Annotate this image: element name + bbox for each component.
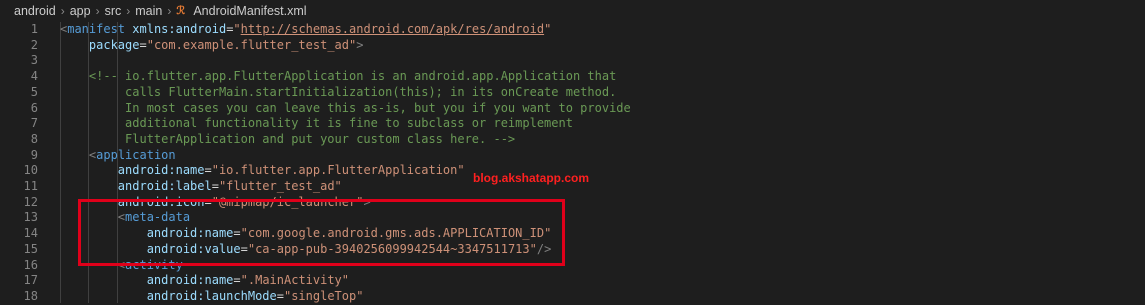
code-token: "singleTop" [283, 288, 364, 303]
line-number: 13 [23, 210, 38, 225]
code-token: = [233, 273, 241, 288]
code-line[interactable]: 6 In most cases you can leave this as-is… [0, 101, 1145, 117]
line-number: 8 [30, 131, 38, 146]
line-number: 16 [23, 257, 38, 272]
watermark-text: blog.akshatapp.com [473, 171, 590, 185]
breadcrumb-item-app[interactable]: app [70, 4, 91, 18]
chevron-right-icon: › [167, 4, 172, 18]
code-line[interactable]: 18 android:launchMode="singleTop" [0, 289, 1145, 305]
code-token: android:launchMode [146, 288, 277, 303]
line-number: 15 [23, 241, 38, 256]
breadcrumb: android › app › src › main › ℛ AndroidMa… [0, 0, 1145, 22]
line-number: 3 [30, 53, 38, 68]
code-token: FlutterApplication and put your custom c… [60, 131, 516, 146]
breadcrumb-file[interactable]: AndroidManifest.xml [193, 4, 306, 18]
code-text: <application [60, 148, 176, 164]
line-number: 10 [23, 163, 38, 178]
code-text: calls FlutterMain.startInitialization(th… [60, 85, 616, 101]
code-token: "io.flutter.app.FlutterApplication" [211, 163, 465, 178]
code-text: <!-- io.flutter.app.FlutterApplication i… [60, 69, 616, 85]
code-line[interactable]: 17 android:name=".MainActivity" [0, 273, 1145, 289]
code-token: = [276, 288, 284, 303]
line-number: 2 [30, 37, 38, 52]
code-token: <!-- io.flutter.app.FlutterApplication i… [88, 69, 617, 84]
line-number: 14 [23, 226, 38, 241]
code-token: "com.example.flutter_test_ad" [146, 37, 357, 52]
code-line[interactable]: 8 FlutterApplication and put your custom… [0, 132, 1145, 148]
line-number: 18 [23, 288, 38, 303]
code-text: android:launchMode="singleTop" [60, 288, 364, 305]
breadcrumb-item-android[interactable]: android [14, 4, 56, 18]
code-text: android:label="flutter_test_ad" [60, 179, 342, 195]
code-text: additional functionality it is fine to s… [60, 116, 573, 132]
line-number: 1 [30, 22, 38, 36]
code-text: package="com.example.flutter_test_ad"> [60, 37, 364, 54]
chevron-right-icon: › [95, 4, 100, 18]
code-text: <manifest xmlns:android="http://schemas.… [60, 22, 551, 38]
line-number: 6 [30, 100, 38, 115]
code-token: ".MainActivity" [240, 273, 350, 288]
line-number: 17 [23, 273, 38, 288]
code-line[interactable]: 1 <manifest xmlns:android="http://schemas… [0, 22, 1145, 38]
code-line[interactable]: 5 calls FlutterMain.startInitialization(… [0, 85, 1145, 101]
code-token: = [204, 163, 212, 178]
code-token: android:name [146, 273, 234, 288]
code-text: android:name=".MainActivity" [60, 273, 349, 289]
code-line[interactable]: 3 [0, 53, 1145, 69]
code-token: application [96, 147, 176, 162]
code-token: android:label [117, 179, 212, 193]
breadcrumb-item-src[interactable]: src [105, 4, 122, 18]
code-token: xmlns:android [132, 22, 227, 36]
line-number: 11 [23, 179, 38, 193]
code-line[interactable]: 2 package="com.example.flutter_test_ad"> [0, 38, 1145, 54]
code-text: FlutterApplication and put your custom c… [60, 132, 515, 148]
code-line[interactable]: 4 <!-- io.flutter.app.FlutterApplication… [0, 69, 1145, 85]
code-token: calls FlutterMain.startInitialization(th… [60, 84, 617, 99]
code-token: manifest [67, 22, 126, 36]
line-number: 12 [23, 194, 38, 209]
chevron-right-icon: › [126, 4, 131, 18]
code-token: = [211, 179, 219, 193]
code-line[interactable]: 7 additional functionality it is fine to… [0, 116, 1145, 132]
line-number: 9 [30, 147, 38, 162]
code-token: " [544, 22, 552, 36]
code-token: " [233, 22, 241, 36]
code-line[interactable]: 9 <application [0, 148, 1145, 164]
code-token: android:name [117, 163, 205, 178]
code-text: In most cases you can leave this as-is, … [60, 101, 631, 117]
code-token: In most cases you can leave this as-is, … [60, 100, 631, 115]
line-number: 4 [30, 69, 38, 84]
highlight-box [78, 199, 565, 266]
rss-xml-icon: ℛ [176, 5, 186, 17]
line-number: 7 [30, 116, 38, 131]
code-text: android:name="io.flutter.app.FlutterAppl… [60, 163, 465, 179]
code-token: "flutter_test_ad" [218, 179, 342, 193]
chevron-right-icon: › [60, 4, 65, 18]
code-token: additional functionality it is fine to s… [60, 116, 573, 131]
line-number: 5 [30, 84, 38, 99]
code-token: > [356, 37, 364, 52]
code-token: http://schemas.android.com/apk/res/andro… [240, 22, 545, 36]
code-token: package [88, 37, 140, 52]
code-token: = [139, 37, 147, 52]
breadcrumb-item-main[interactable]: main [135, 4, 162, 18]
